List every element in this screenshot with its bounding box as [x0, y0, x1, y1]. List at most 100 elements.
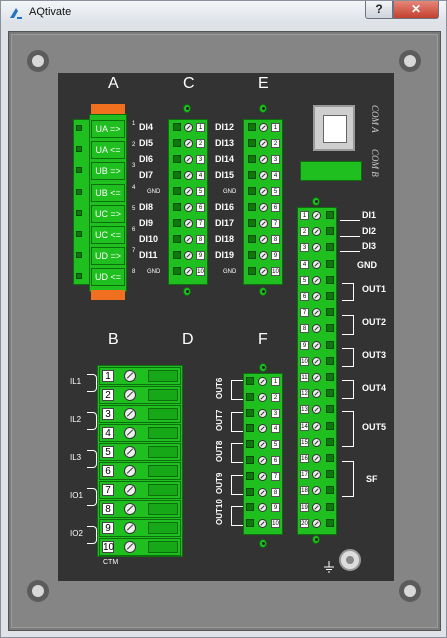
connector-a-lever [76, 231, 82, 237]
section-label-c: C [183, 75, 195, 92]
connector-a-cell[interactable]: UC <= [91, 226, 125, 244]
com-connector[interactable] [300, 161, 362, 181]
terminal-screw-icon[interactable] [184, 219, 193, 228]
terminal-slot [148, 427, 178, 439]
terminal-screw-icon[interactable] [312, 356, 321, 366]
terminal-screw-icon[interactable] [184, 203, 193, 212]
io-label-gnd: GND [357, 260, 377, 270]
terminal-label: DI16 [215, 202, 235, 212]
terminal-screw-icon[interactable] [124, 408, 136, 420]
pin-number: 4 [132, 184, 136, 191]
terminal-screw-icon[interactable] [259, 187, 268, 196]
section-label-f: F [258, 331, 268, 348]
terminal-screw-icon[interactable] [184, 155, 193, 164]
connector-a-cell[interactable]: UB => [91, 162, 125, 181]
terminal-screw-icon[interactable] [312, 340, 321, 350]
terminal-screw-icon[interactable] [259, 235, 268, 244]
window-title: AQtivate [29, 6, 72, 18]
terminal-screw-icon[interactable] [312, 454, 321, 463]
terminal-square [326, 437, 334, 446]
terminal-screw-icon[interactable] [124, 522, 136, 534]
ct-coil-icon [87, 412, 97, 430]
connector-b-terminal[interactable]: 4 [99, 424, 181, 442]
connector-a-cell[interactable]: UA => [91, 120, 125, 138]
terminal-screw-icon[interactable] [184, 171, 193, 180]
connector-b-terminal[interactable]: 6 [99, 462, 181, 480]
terminal-screw-icon[interactable] [124, 541, 136, 553]
terminal-screw-icon[interactable] [312, 437, 321, 447]
connector-b-terminal[interactable]: 5 [99, 443, 181, 461]
connector-b-terminal[interactable]: 2 [99, 386, 181, 404]
terminal-screw-icon[interactable] [259, 123, 268, 132]
terminal-screw-icon[interactable] [124, 427, 136, 439]
terminal-square [326, 356, 334, 365]
terminal-screw-icon[interactable] [259, 203, 268, 212]
terminal-screw-icon[interactable] [258, 471, 267, 481]
terminal-square [173, 219, 181, 227]
terminal-screw-icon[interactable] [259, 251, 268, 260]
connector-b-terminal[interactable]: 7 [99, 481, 181, 499]
connector-a-cell[interactable]: UC => [91, 204, 125, 223]
terminal-screw-icon[interactable] [184, 251, 193, 260]
terminal-screw-icon[interactable] [312, 518, 321, 528]
connector-a-cell[interactable]: UB <= [91, 183, 125, 202]
terminal-screw-icon[interactable] [184, 123, 193, 132]
terminal-screw-icon[interactable] [184, 267, 193, 276]
terminal-number: 6 [271, 456, 280, 465]
terminal-number: 1 [271, 123, 280, 132]
connector-a-cell[interactable]: UA <= [91, 141, 125, 160]
terminal-screw-icon[interactable] [184, 187, 193, 196]
terminal-screw-icon[interactable] [124, 370, 136, 382]
terminal-screw-icon[interactable] [312, 502, 321, 512]
terminal-number: 4 [271, 171, 280, 180]
terminal-number: 3 [300, 243, 309, 253]
connector-b-terminal[interactable]: 9 [99, 519, 181, 537]
terminal-screw-icon[interactable] [258, 456, 267, 465]
mounting-screw-icon [27, 50, 49, 72]
terminal-screw-icon[interactable] [312, 292, 321, 301]
terminal-screw-icon[interactable] [258, 392, 267, 402]
terminal-screw-icon[interactable] [259, 267, 268, 276]
ethernet-port[interactable] [313, 105, 355, 151]
connector-a-cell[interactable]: UD => [91, 247, 125, 266]
output-label-out6: OUT6 [215, 377, 224, 399]
terminal-screw-icon[interactable] [259, 155, 268, 164]
terminal-screw-icon[interactable] [312, 373, 321, 382]
terminal-screw-icon[interactable] [124, 389, 136, 401]
terminal-screw-icon[interactable] [184, 235, 193, 244]
close-button[interactable]: ✕ [393, 1, 439, 19]
io-label-out5: OUT5 [362, 422, 387, 432]
terminal-number: 10 [300, 356, 309, 366]
terminal-screw-icon[interactable] [312, 211, 321, 220]
connector-b-terminal[interactable]: 1 [99, 367, 181, 385]
terminal-screw-icon[interactable] [312, 259, 321, 269]
terminal-label: GND [223, 269, 237, 275]
terminal-screw-icon[interactable] [258, 408, 267, 418]
connector-b-terminal[interactable]: 3 [99, 405, 181, 423]
terminal-square [326, 502, 334, 511]
terminal-square [326, 486, 334, 495]
terminal-screw-icon[interactable] [259, 139, 268, 148]
terminal-screw-icon[interactable] [259, 171, 268, 180]
terminal-screw-icon[interactable] [258, 487, 267, 497]
connector-a-lever [76, 167, 82, 174]
terminal-screw-icon[interactable] [312, 275, 321, 285]
terminal-number: 5 [271, 187, 280, 196]
help-button[interactable]: ? [365, 1, 393, 19]
terminal-screw-icon[interactable] [259, 219, 268, 228]
terminal-number: 2 [196, 139, 205, 148]
pin-number: 1 [132, 121, 136, 127]
mounting-screw-icon [399, 50, 421, 72]
terminal-screw-icon[interactable] [184, 139, 193, 148]
terminal-screw-icon[interactable] [124, 503, 136, 515]
terminal-screw-icon[interactable] [124, 446, 136, 458]
terminal-screw-icon[interactable] [258, 377, 267, 386]
terminal-screw-icon[interactable] [124, 465, 136, 477]
connector-b-terminal[interactable]: 8 [99, 500, 181, 518]
terminal-screw-icon[interactable] [124, 484, 136, 496]
connector-b-terminal[interactable]: 10 [99, 538, 181, 556]
connector-a-cell[interactable]: UD <= [91, 268, 125, 287]
terminal-screw-icon[interactable] [312, 421, 321, 431]
terminal-square [173, 171, 181, 179]
connector-big-top-ear [312, 197, 320, 206]
